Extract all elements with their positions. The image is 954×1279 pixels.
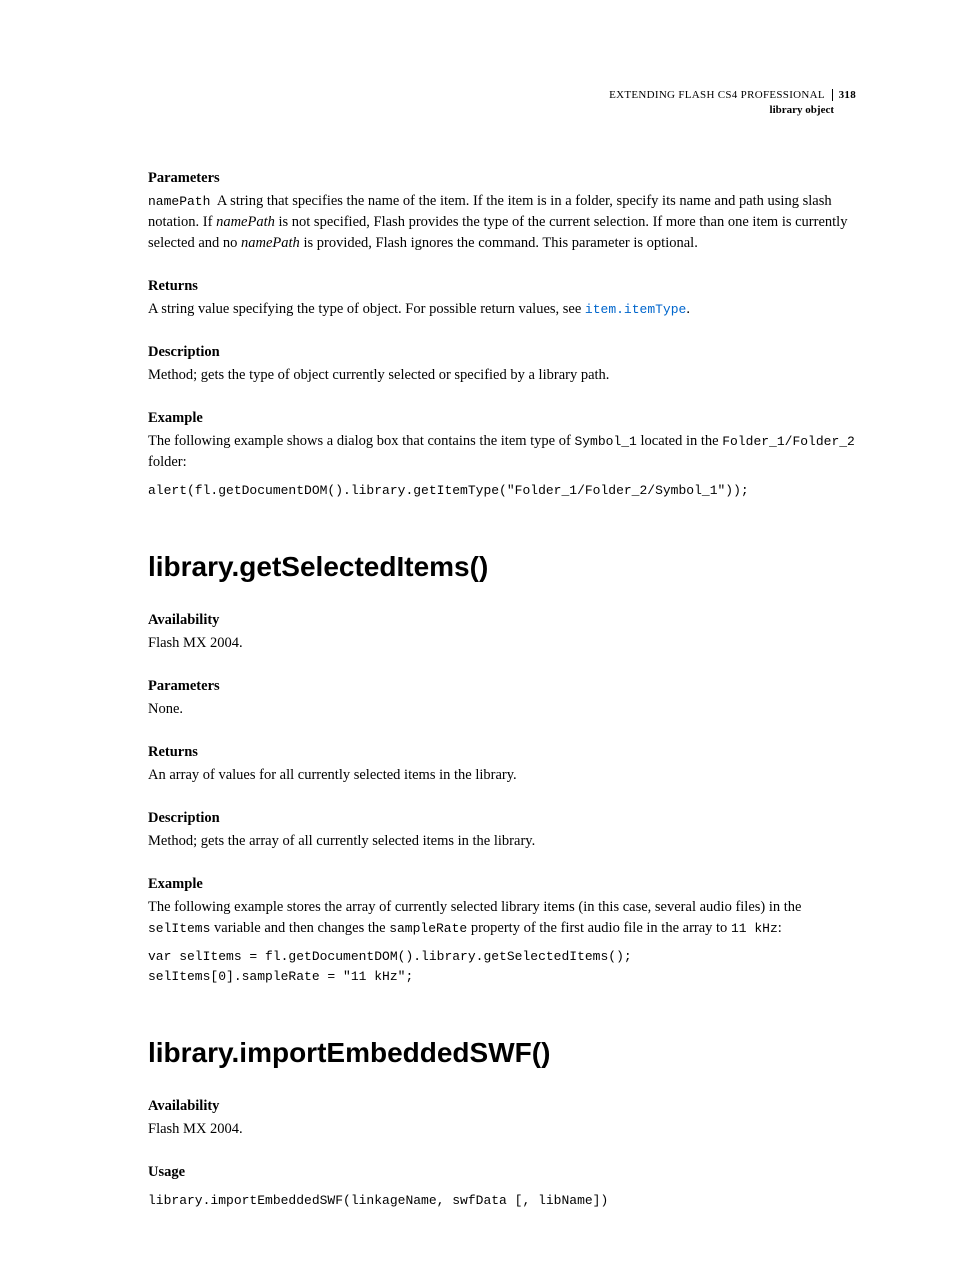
method-heading-getselecteditems: library.getSelectedItems() (148, 547, 856, 588)
example-mono-1: Symbol_1 (574, 434, 636, 449)
parameters-text: namePath A string that specifies the nam… (148, 191, 856, 254)
example-text-b: variable and then changes the (210, 920, 389, 936)
example-code-block: alert(fl.getDocumentDOM().library.getIte… (148, 481, 856, 501)
param-name: namePath (148, 194, 210, 209)
availability-heading: Availability (148, 1096, 856, 1117)
description-text: Method; gets the array of all currently … (148, 831, 856, 852)
example-text-b: located in the (637, 433, 722, 449)
example-heading: Example (148, 874, 856, 895)
param-italic-1: namePath (216, 214, 275, 230)
example-text-a: The following example stores the array o… (148, 899, 801, 915)
example-text: The following example stores the array o… (148, 897, 856, 939)
page-header: EXTENDING FLASH CS4 PROFESSIONAL 318 lib… (148, 88, 856, 118)
usage-code-block: library.importEmbeddedSWF(linkageName, s… (148, 1191, 856, 1211)
usage-heading: Usage (148, 1162, 856, 1183)
example-mono-1: selItems (148, 921, 210, 936)
returns-heading: Returns (148, 742, 856, 763)
parameters-heading: Parameters (148, 676, 856, 697)
description-heading: Description (148, 808, 856, 829)
header-book-title: EXTENDING FLASH CS4 PROFESSIONAL (609, 89, 824, 101)
returns-text-a: A string value specifying the type of ob… (148, 301, 585, 317)
example-heading: Example (148, 408, 856, 429)
example-text: The following example shows a dialog box… (148, 431, 856, 473)
availability-text: Flash MX 2004. (148, 1119, 856, 1140)
method-heading-importembeddedswf: library.importEmbeddedSWF() (148, 1033, 856, 1074)
header-page-number: 318 (832, 89, 856, 101)
example-mono-2: sampleRate (389, 921, 467, 936)
param-italic-2: namePath (241, 235, 300, 251)
returns-heading: Returns (148, 276, 856, 297)
example-text-a: The following example shows a dialog box… (148, 433, 574, 449)
param-desc-c: is provided, Flash ignores the command. … (300, 235, 698, 251)
returns-text: A string value specifying the type of ob… (148, 299, 856, 320)
example-text-c: property of the first audio file in the … (467, 920, 731, 936)
returns-text-b: . (686, 301, 690, 317)
example-text-c: folder: (148, 454, 187, 470)
description-text: Method; gets the type of object currentl… (148, 365, 856, 386)
availability-heading: Availability (148, 610, 856, 631)
example-code-block: var selItems = fl.getDocumentDOM().libra… (148, 947, 856, 987)
example-text-d: : (778, 920, 782, 936)
parameters-heading: Parameters (148, 168, 856, 189)
parameters-text: None. (148, 699, 856, 720)
returns-link[interactable]: item.itemType (585, 302, 686, 317)
example-mono-2: Folder_1/Folder_2 (722, 434, 855, 449)
example-mono-3: 11 kHz (731, 921, 778, 936)
availability-text: Flash MX 2004. (148, 633, 856, 654)
description-heading: Description (148, 342, 856, 363)
header-section-title: library object (148, 103, 856, 118)
returns-text: An array of values for all currently sel… (148, 765, 856, 786)
